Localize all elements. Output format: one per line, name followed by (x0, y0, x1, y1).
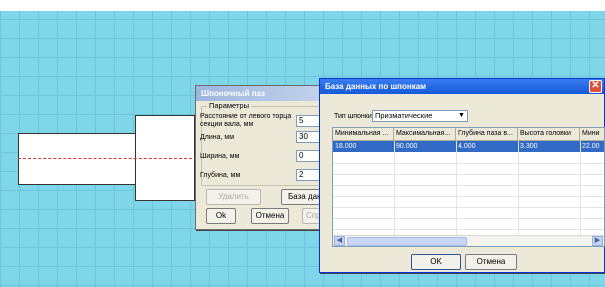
grid-line (333, 174, 604, 175)
database-cancel-button[interactable]: Отмена (465, 254, 517, 270)
database-ok-button[interactable]: OK (411, 254, 461, 270)
arrow-left-icon[interactable]: ◀ (334, 236, 345, 246)
grid-line (333, 196, 604, 197)
keyway-dialog-title: Шпоночный паз (201, 89, 266, 98)
parameters-group-label: Параметры (207, 101, 251, 110)
table-cell: 90.000 (396, 143, 418, 150)
arrow-right-icon[interactable]: ▶ (592, 236, 603, 246)
horizontal-scrollbar[interactable]: ◀ ▶ (333, 235, 604, 246)
key-type-value: Призматические (375, 111, 433, 120)
cancel-button[interactable]: Отмена (251, 208, 289, 224)
column-header-max[interactable]: Максимальная... (394, 128, 456, 141)
database-dialog: База данных по шпонкам ✕ Тип шпонки Приз… (319, 78, 605, 273)
table-cell: 18.000 (335, 143, 357, 150)
column-header-depth[interactable]: Глубина паза в... (456, 128, 518, 141)
database-dialog-titlebar[interactable]: База данных по шпонкам ✕ (320, 79, 604, 94)
top-bar (0, 0, 605, 11)
grid-line (333, 207, 604, 208)
table-row[interactable]: 18.000 90.000 4.000 3.300 22.00 (333, 141, 604, 152)
key-type-select[interactable]: Призматические ▼ (372, 110, 468, 122)
grid-line (333, 163, 604, 164)
ok-button[interactable]: Ok (206, 208, 236, 224)
depth-label: Глубина, мм (200, 172, 241, 179)
database-dialog-title: База данных по шпонкам (325, 82, 427, 91)
length-label: Длина, мм (200, 134, 235, 141)
grid-line (333, 185, 604, 186)
column-header-head-height[interactable]: Высота головки (518, 128, 580, 141)
keyway-dialog-titlebar[interactable]: Шпоночный паз (196, 86, 339, 101)
chevron-down-icon[interactable]: ▼ (456, 111, 467, 121)
grid-line (333, 218, 604, 219)
grid-line (518, 141, 519, 235)
table-cell: 3.300 (520, 143, 538, 150)
distance-label: Расстояние от левого торца секции вала, … (200, 113, 292, 128)
width-label: Ширина, мм (200, 153, 240, 160)
delete-button[interactable]: Удалить (206, 189, 261, 205)
column-header-min[interactable]: Минимальная ... (333, 128, 394, 141)
shaft-section-left (18, 133, 136, 185)
close-icon[interactable]: ✕ (589, 80, 602, 93)
grid-line (333, 229, 604, 230)
grid-line (456, 141, 457, 235)
key-type-label: Тип шпонки (334, 113, 372, 120)
table-cell: 4.000 (458, 143, 476, 150)
scrollbar-thumb[interactable] (347, 237, 467, 246)
grid-line (394, 141, 395, 235)
table-cell: 22.00 (582, 143, 600, 150)
column-header-min2[interactable]: Мини (580, 128, 604, 141)
key-database-table[interactable]: Минимальная ... Максимальная... Глубина … (332, 127, 605, 247)
grid-line (580, 141, 581, 235)
